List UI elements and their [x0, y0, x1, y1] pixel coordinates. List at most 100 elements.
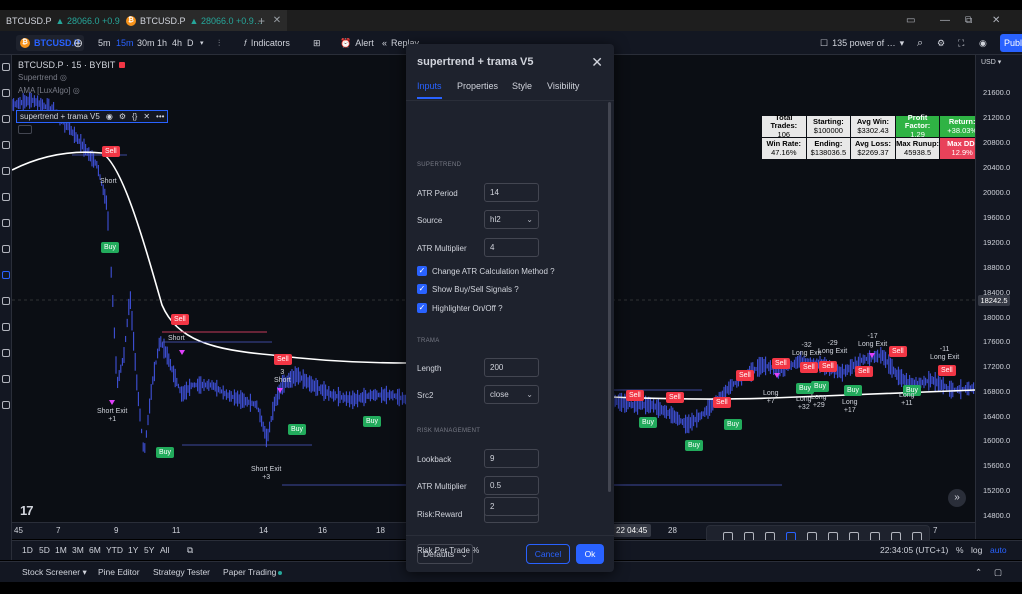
interval-1h[interactable]: 1h: [157, 31, 167, 55]
candles-icon[interactable]: ⫶: [218, 31, 220, 55]
change-atr-checkbox[interactable]: ✓ Change ATR Calculation Method ?: [417, 266, 555, 276]
atr-multiplier-2-input[interactable]: 0.5: [484, 476, 539, 495]
calendar-icon[interactable]: ⧉: [187, 545, 193, 556]
range-5y[interactable]: 5Y: [144, 545, 154, 555]
tab-stock-screener[interactable]: Stock Screener ▾: [22, 567, 87, 578]
price-level: 16400.0: [983, 412, 1011, 421]
chart-legend: BTCUSD.P · 15 · BYBIT: [18, 60, 126, 70]
interval-30m[interactable]: 30m: [137, 31, 155, 55]
interval-d[interactable]: D: [187, 31, 194, 55]
tab-paper-trading[interactable]: Paper Trading: [223, 567, 283, 577]
screen-icon[interactable]: ▭: [906, 10, 915, 31]
clock[interactable]: 22:34:05 (UTC+1): [880, 545, 948, 555]
range-5d[interactable]: 5D: [39, 545, 50, 555]
indicator-legend-supertrend[interactable]: Supertrend ◎: [18, 73, 67, 82]
scroll-to-realtime-button[interactable]: »: [948, 489, 966, 507]
compare-plus-icon[interactable]: ⊕: [73, 31, 83, 55]
more-icon[interactable]: •••: [156, 112, 164, 121]
tab-style[interactable]: Style: [512, 81, 532, 97]
tab-inputs[interactable]: Inputs: [417, 81, 442, 99]
settings-icon[interactable]: ⚙: [119, 112, 126, 121]
close-icon[interactable]: ✕: [591, 54, 603, 71]
chevron-up-icon[interactable]: ⌃: [975, 567, 982, 578]
close-icon[interactable]: ✕: [273, 15, 281, 26]
buy-label: Buy: [724, 419, 743, 430]
tab-pine-editor[interactable]: Pine Editor: [98, 567, 140, 577]
auto-toggle[interactable]: auto: [990, 545, 1007, 555]
range-all[interactable]: All: [160, 545, 169, 555]
defaults-button[interactable]: Defaults ⌄: [417, 544, 473, 564]
risk-per-trade-input[interactable]: 2: [484, 497, 539, 516]
close-icon[interactable]: ✕: [143, 112, 150, 121]
strategy-stats-table: Total Trades: 106 Starting: $100000 Avg Win:…: [762, 112, 975, 159]
source-code-icon[interactable]: {}: [132, 112, 137, 121]
range-1d[interactable]: 1D: [22, 545, 33, 555]
range-1m[interactable]: 1M: [55, 545, 67, 555]
trash-icon[interactable]: [2, 401, 10, 409]
atr-period-input[interactable]: 14: [484, 183, 539, 202]
highlighter-checkbox[interactable]: ✓ Highlighter On/Off ?: [417, 303, 503, 313]
brush-icon[interactable]: [2, 141, 10, 149]
pattern-icon[interactable]: [2, 193, 10, 201]
indicator-legend-selected[interactable]: supertrend + trama V5 ◉ ⚙ {} ✕ •••: [16, 110, 169, 123]
show-signals-checkbox[interactable]: ✓ Show Buy/Sell Signals ?: [417, 284, 519, 294]
indicators-button[interactable]: 𝑓 Indicators: [244, 31, 290, 55]
tab-visibility[interactable]: Visibility: [547, 81, 579, 97]
interval-5m[interactable]: 5m: [98, 31, 111, 55]
layout-selector[interactable]: ☐ 135 power of … ▾: [820, 31, 904, 55]
price-scale[interactable]: USD ▾ 21600.0 21200.0 20800.0 20400.0 20000.…: [975, 55, 1022, 539]
restore-icon[interactable]: ⧉: [965, 10, 972, 31]
long-label: Long +29: [811, 394, 827, 409]
trend-line-icon[interactable]: [2, 89, 10, 97]
atr-multiplier-input[interactable]: 4: [484, 238, 539, 257]
lock-icon[interactable]: [2, 349, 10, 357]
tab-strategy-tester[interactable]: Strategy Tester: [153, 567, 210, 577]
percent-toggle[interactable]: %: [956, 545, 964, 555]
long-label: Long +11: [899, 392, 915, 407]
range-1y[interactable]: 1Y: [128, 545, 138, 555]
ok-button[interactable]: Ok: [576, 544, 604, 564]
stat-label: Profit Factor:: [904, 112, 931, 131]
alert-button[interactable]: ⏰ Alert: [340, 31, 374, 55]
fib-icon[interactable]: [2, 115, 10, 123]
prediction-icon[interactable]: [2, 219, 10, 227]
minimize-icon[interactable]: —: [940, 10, 950, 31]
price-level: 18800.0: [983, 263, 1011, 272]
fullscreen-icon[interactable]: ⛶: [958, 31, 964, 55]
log-toggle[interactable]: log: [971, 545, 982, 555]
maximize-icon[interactable]: ▢: [994, 567, 1002, 578]
templates-icon[interactable]: ⊞: [313, 31, 321, 55]
magnet-icon[interactable]: [2, 323, 10, 331]
text-icon[interactable]: [2, 167, 10, 175]
indicator-legend-ama[interactable]: AMA [LuxAlgo] ◎: [18, 86, 80, 95]
publish-button[interactable]: Publ: [1000, 34, 1022, 52]
tab-properties[interactable]: Properties: [457, 81, 498, 97]
tradingview-logo: 17: [20, 503, 34, 518]
range-3m[interactable]: 3M: [72, 545, 84, 555]
shapes-icon[interactable]: [2, 245, 10, 253]
src2-select[interactable]: close ⌄: [484, 385, 539, 404]
new-tab-button[interactable]: +: [252, 10, 271, 31]
lookback-input[interactable]: 9: [484, 449, 539, 468]
cancel-button[interactable]: Cancel: [526, 544, 570, 564]
cursor-icon[interactable]: [2, 63, 10, 71]
camera-icon[interactable]: ◉: [979, 31, 987, 55]
range-6m[interactable]: 6M: [89, 545, 101, 555]
dialog-scrollbar[interactable]: [608, 102, 611, 492]
ruler-icon[interactable]: [2, 271, 10, 279]
eye-icon[interactable]: ◉: [106, 112, 113, 121]
sell-label: Sell: [772, 358, 790, 369]
source-select[interactable]: hl2 ⌄: [484, 210, 539, 229]
chevron-down-icon[interactable]: ▾: [200, 31, 204, 55]
collapse-legend-button[interactable]: [18, 125, 32, 134]
interval-4h[interactable]: 4h: [172, 31, 182, 55]
gear-icon[interactable]: ⚙: [937, 31, 945, 55]
interval-15m[interactable]: 15m: [116, 31, 134, 55]
eye-icon[interactable]: [2, 375, 10, 383]
currency-selector[interactable]: USD ▾: [981, 58, 1001, 66]
range-ytd[interactable]: YTD: [106, 545, 123, 555]
zoom-icon[interactable]: [2, 297, 10, 305]
length-input[interactable]: 200: [484, 358, 539, 377]
close-window-icon[interactable]: ✕: [992, 10, 1000, 31]
search-icon[interactable]: ⌕: [917, 31, 923, 55]
